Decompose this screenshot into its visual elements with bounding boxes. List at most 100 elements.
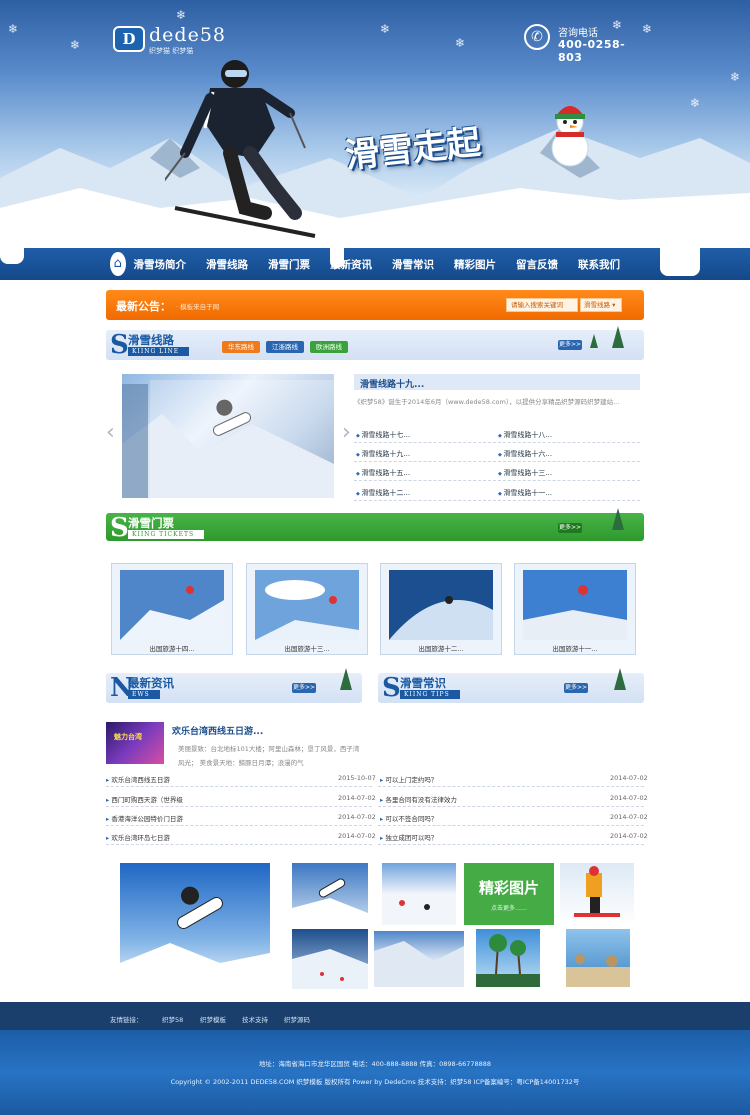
section-heading-tips: S 滑雪常识 KIING TIPS 更多>> <box>378 673 644 703</box>
more-button[interactable]: 更多>> <box>558 340 582 350</box>
gallery-image[interactable] <box>560 863 634 925</box>
route-slider-image[interactable] <box>122 374 334 498</box>
featured-route-title[interactable]: 滑雪线路十九... <box>360 377 424 390</box>
ticket-caption[interactable]: 出国旅游十四... <box>112 643 232 653</box>
heading-subtitle: KIING LINE <box>128 347 190 356</box>
ticket-image <box>120 570 224 640</box>
friend-link[interactable]: 织梦58 <box>162 1014 183 1024</box>
tree-icon <box>340 668 352 690</box>
heading-title: 滑雪门票 <box>128 516 174 530</box>
logo-mark: D <box>113 26 145 52</box>
route-tag[interactable]: 欧洲路线 <box>310 341 348 353</box>
slider-next-icon[interactable]: › <box>342 420 351 445</box>
nav-item[interactable]: 留言反馈 <box>516 257 558 272</box>
route-link[interactable]: 滑雪线路十八... <box>498 430 552 440</box>
heading-title: 最新资讯 <box>128 676 174 690</box>
route-link[interactable]: 滑雪线路十五... <box>356 468 410 478</box>
ticket-caption[interactable]: 出国旅游十一... <box>515 643 635 653</box>
icicle-decor <box>0 246 24 264</box>
gallery-image[interactable] <box>476 929 540 987</box>
divider <box>106 786 372 787</box>
home-icon[interactable]: ⌂ <box>110 252 126 276</box>
news-link[interactable]: 香港海洋公园特价门日游 <box>106 813 183 823</box>
skier-illustration <box>165 60 316 238</box>
route-link[interactable]: 滑雪线路十一... <box>498 488 552 498</box>
nav-item[interactable]: 滑雪线路 <box>206 257 248 272</box>
tip-link[interactable]: 各里合同有没有法律效力 <box>380 794 457 804</box>
divider <box>378 786 644 787</box>
route-tag[interactable]: 江浙路线 <box>266 341 304 353</box>
ticket-card[interactable]: 出国旅游十三... <box>246 563 368 655</box>
tree-icon <box>612 508 624 530</box>
section-heading-news: N 最新资讯 EWS 更多>> <box>106 673 362 703</box>
tip-date: 2014-07-02 <box>610 774 648 782</box>
gallery-image[interactable] <box>374 931 464 987</box>
ticket-card[interactable]: 出国旅游十一... <box>514 563 636 655</box>
route-link[interactable]: 滑雪线路十九... <box>356 449 410 459</box>
divider <box>378 844 644 845</box>
news-link[interactable]: 欢乐台湾西线五日游 <box>106 774 170 784</box>
ticket-card[interactable]: 出国旅游十四... <box>111 563 233 655</box>
slider-prev-icon[interactable]: ‹ <box>106 420 115 445</box>
tip-link[interactable]: 独立成团可以吗？ <box>380 832 437 842</box>
friend-link[interactable]: 织梦模板 <box>200 1014 226 1024</box>
tip-link[interactable]: 可以不签合同吗？ <box>380 813 437 823</box>
main-nav: ⌂ 滑雪场简介 滑雪线路 滑雪门票 最新资讯 滑雪常识 精彩图片 留言反馈 联系… <box>110 250 640 278</box>
ticket-caption[interactable]: 出国旅游十三... <box>247 643 367 653</box>
news-date: 2014-07-02 <box>338 794 376 802</box>
route-link[interactable]: 滑雪线路十六... <box>498 449 552 459</box>
route-link[interactable]: 滑雪线路十三... <box>498 468 552 478</box>
ticket-image <box>389 570 493 640</box>
gallery-image[interactable] <box>382 863 456 925</box>
nav-item[interactable]: 联系我们 <box>578 257 620 272</box>
gallery-image[interactable] <box>566 929 630 987</box>
site-logo[interactable]: D dede58 织梦猫 织梦猫 <box>113 24 263 56</box>
route-link[interactable]: 滑雪线路十七... <box>356 430 410 440</box>
friend-links-label: 友情链接： <box>110 1016 143 1024</box>
nav-item[interactable]: 滑雪常识 <box>392 257 434 272</box>
ticket-card[interactable]: 出国旅游十二... <box>380 563 502 655</box>
gallery-more-tile[interactable]: 精彩图片 点击更多…… <box>464 863 554 925</box>
ticket-caption[interactable]: 出国旅游十二... <box>381 643 501 653</box>
nav-item[interactable]: 精彩图片 <box>454 257 496 272</box>
nav-item[interactable]: 滑雪场简介 <box>134 257 187 272</box>
more-button[interactable]: 更多>> <box>564 683 588 693</box>
friend-link[interactable]: 技术支持 <box>242 1014 268 1024</box>
news-thumbnail[interactable]: 魅力台湾 <box>106 722 164 764</box>
gallery-image[interactable] <box>292 929 368 989</box>
chevron-down-icon: ▾ <box>612 301 616 309</box>
footer: 地址：海南省海口市龙华区国贸 电话：400-888-8888 传真：0898-6… <box>0 1030 750 1115</box>
heading-subtitle: KIING TICKETS <box>128 530 205 539</box>
news-link[interactable]: 欢乐台湾环岛七日游 <box>106 832 170 842</box>
icicle-decor <box>660 246 700 276</box>
heading-letter: S <box>110 513 129 543</box>
nav-item[interactable]: 滑雪门票 <box>268 257 310 272</box>
route-link[interactable]: 滑雪线路十二... <box>356 488 410 498</box>
notice-text[interactable]: · 模板来自于网 <box>176 301 219 311</box>
notice-bar: 最新公告： · 模板来自于网 请输入搜索关键词 滑雪线路 ▾ <box>106 290 644 320</box>
heading-subtitle: KIING TIPS <box>400 690 460 699</box>
tip-link[interactable]: 可以上门定约吗？ <box>380 774 437 784</box>
news-thumbnail-text: 魅力台湾 <box>114 733 142 741</box>
news-featured-title[interactable]: 欢乐台湾西线五日游... <box>172 724 263 737</box>
divider <box>354 480 640 481</box>
route-tag[interactable]: 华东路线 <box>222 341 260 353</box>
gallery-image[interactable] <box>120 863 270 989</box>
divider <box>378 806 644 807</box>
select-value: 滑雪线路 <box>584 301 610 309</box>
tree-icon <box>614 668 626 690</box>
featured-route[interactable]: 滑雪线路十九... <box>354 374 640 390</box>
footer-copyright: Copyright © 2002-2011 DEDE58.COM 织梦模板 版权… <box>170 1078 580 1086</box>
tree-icon <box>612 326 624 348</box>
search-input[interactable]: 请输入搜索关键词 <box>506 298 578 312</box>
search-category-select[interactable]: 滑雪线路 ▾ <box>580 298 622 312</box>
gallery-image[interactable] <box>292 863 368 925</box>
news-link[interactable]: 西门町购西天游（世界级 <box>106 794 183 804</box>
nav-item[interactable]: 最新资讯 <box>330 257 372 272</box>
more-button[interactable]: 更多>> <box>558 523 582 533</box>
divider <box>354 461 640 462</box>
gallery-more-link[interactable]: 点击更多…… <box>464 903 554 912</box>
more-button[interactable]: 更多>> <box>292 683 316 693</box>
section-heading-tickets: S 滑雪门票 KIING TICKETS 更多>> <box>106 513 644 543</box>
friend-link[interactable]: 织梦源码 <box>284 1014 310 1024</box>
